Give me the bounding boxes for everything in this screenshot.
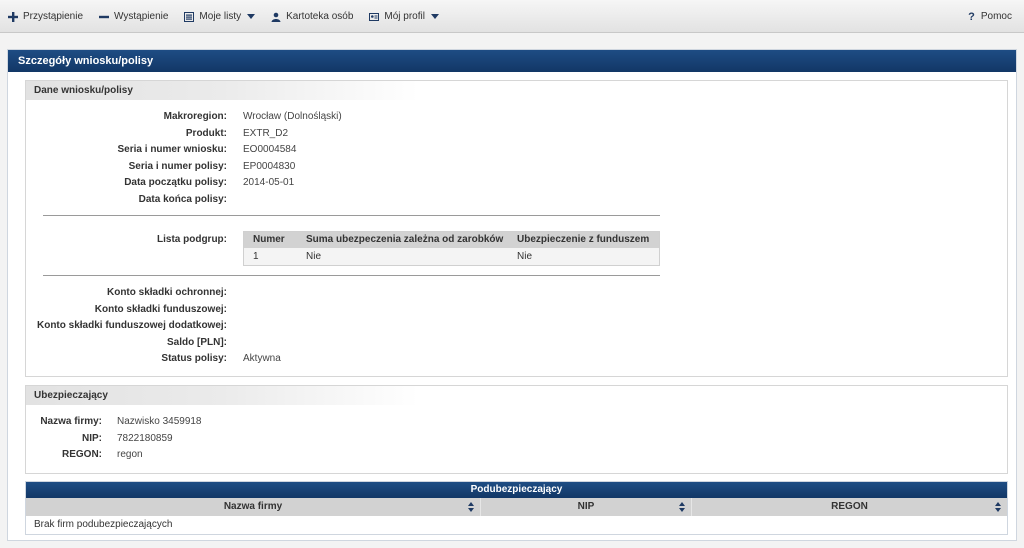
column-header: Numer [253, 234, 285, 245]
status-value: Aktywna [243, 353, 281, 364]
co-insured-table: Podubezpieczający Nazwa firmy NIP REGON … [25, 481, 1008, 535]
menu-item-my-lists[interactable]: Moje listy [176, 0, 263, 33]
table-header: Nazwa firmy NIP REGON [26, 498, 1007, 516]
field-label: REGON: [62, 449, 102, 460]
field-label: Konto składki funduszowej dodatkowej: [36, 320, 227, 331]
field-value: 2014-05-01 [243, 177, 295, 188]
column-header-label: REGON [831, 501, 868, 512]
minus-icon [99, 15, 110, 18]
top-menu-bar: Przystąpienie Wystąpienie Moje listy Kar… [0, 0, 1024, 33]
field-label: Seria i numer wniosku: [117, 144, 227, 155]
menu-item-leave[interactable]: Wystąpienie [91, 0, 176, 33]
menu-item-join[interactable]: Przystąpienie [0, 0, 91, 33]
table-cell: Nie [517, 251, 533, 262]
menu-item-label: Kartoteka osób [286, 11, 354, 22]
field-value: EP0004830 [243, 161, 296, 172]
divider [43, 275, 660, 276]
menu-item-label: Wystąpienie [114, 11, 169, 22]
table-cell: Nie [306, 251, 322, 262]
question-icon: ? [968, 10, 975, 23]
field-label: Konto składki funduszowej: [94, 304, 227, 315]
column-header-nip[interactable]: NIP [481, 498, 692, 516]
field-value: EXTR_D2 [243, 128, 289, 139]
sort-icon [679, 502, 685, 512]
person-icon [271, 12, 281, 22]
plus-icon [8, 11, 18, 22]
policy-data-section: Dane wniosku/polisy Makroregion: Wrocław… [25, 80, 1008, 377]
sort-icon [995, 502, 1001, 512]
field-value: EO0004584 [243, 144, 297, 155]
profile-card-icon [369, 12, 380, 21]
menu-item-label: Moje listy [199, 11, 242, 22]
sort-icon [468, 502, 474, 512]
table-header: Numer Suma ubezpeczenia zależna od zarob… [244, 232, 659, 248]
field-label: Status polisy: [161, 353, 227, 364]
column-header-regon[interactable]: REGON [692, 498, 1007, 516]
column-header: Ubezpieczenie z funduszem [517, 234, 650, 245]
table-cell: 1 [253, 251, 259, 262]
field-label: Saldo [PLN]: [167, 337, 227, 348]
field-label: Data początku polisy: [124, 177, 227, 188]
empty-table-message: Brak firm podubezpieczających [26, 516, 1007, 534]
chevron-down-icon [247, 14, 256, 19]
field-label: Makroregion: [163, 111, 227, 122]
list-icon [184, 11, 195, 22]
field-label: Nazwa firmy: [40, 416, 102, 427]
column-header-label: NIP [577, 501, 595, 512]
help-link[interactable]: ? Pomoc [968, 0, 1012, 33]
divider [43, 215, 660, 216]
subgroups-table: Numer Suma ubezpeczenia zależna od zarob… [243, 231, 660, 266]
section-title: Ubezpieczający [26, 386, 1007, 405]
field-label: Lista podgrup: [157, 234, 227, 245]
panel-title: Szczegóły wniosku/polisy [8, 50, 1016, 72]
field-label: Seria i numer polisy: [128, 161, 227, 172]
table-row: 1 Nie Nie [244, 248, 659, 265]
menu-item-label: Mój profil [384, 11, 425, 22]
column-header-company-name[interactable]: Nazwa firmy [26, 498, 481, 516]
field-value: Wrocław (Dolnośląski) [243, 111, 342, 122]
field-label: Data końca polisy: [138, 194, 227, 205]
chevron-down-icon [430, 14, 439, 19]
insurer-section: Ubezpieczający Nazwa firmy: Nazwisko 345… [25, 385, 1008, 474]
menu-item-label: Przystąpienie [23, 11, 84, 22]
table-title: Podubezpieczający [26, 482, 1007, 498]
field-label: NIP: [82, 433, 102, 444]
section-title: Dane wniosku/polisy [26, 81, 1007, 100]
main-menu: Przystąpienie Wystąpienie Moje listy Kar… [0, 0, 447, 33]
help-label: Pomoc [980, 11, 1012, 22]
field-value: regon [117, 449, 143, 460]
menu-item-my-profile[interactable]: Mój profil [361, 0, 447, 33]
menu-item-person-registry[interactable]: Kartoteka osób [263, 0, 361, 33]
field-value: 7822180859 [117, 433, 173, 444]
field-label: Produkt: [185, 128, 227, 139]
field-value: Nazwisko 3459918 [117, 416, 202, 427]
column-header-label: Nazwa firmy [223, 501, 283, 512]
policy-details-panel: Szczegóły wniosku/polisy Dane wniosku/po… [7, 49, 1017, 541]
column-header: Suma ubezpeczenia zależna od zarobków [306, 234, 504, 245]
field-label: Konto składki ochronnej: [106, 287, 227, 298]
